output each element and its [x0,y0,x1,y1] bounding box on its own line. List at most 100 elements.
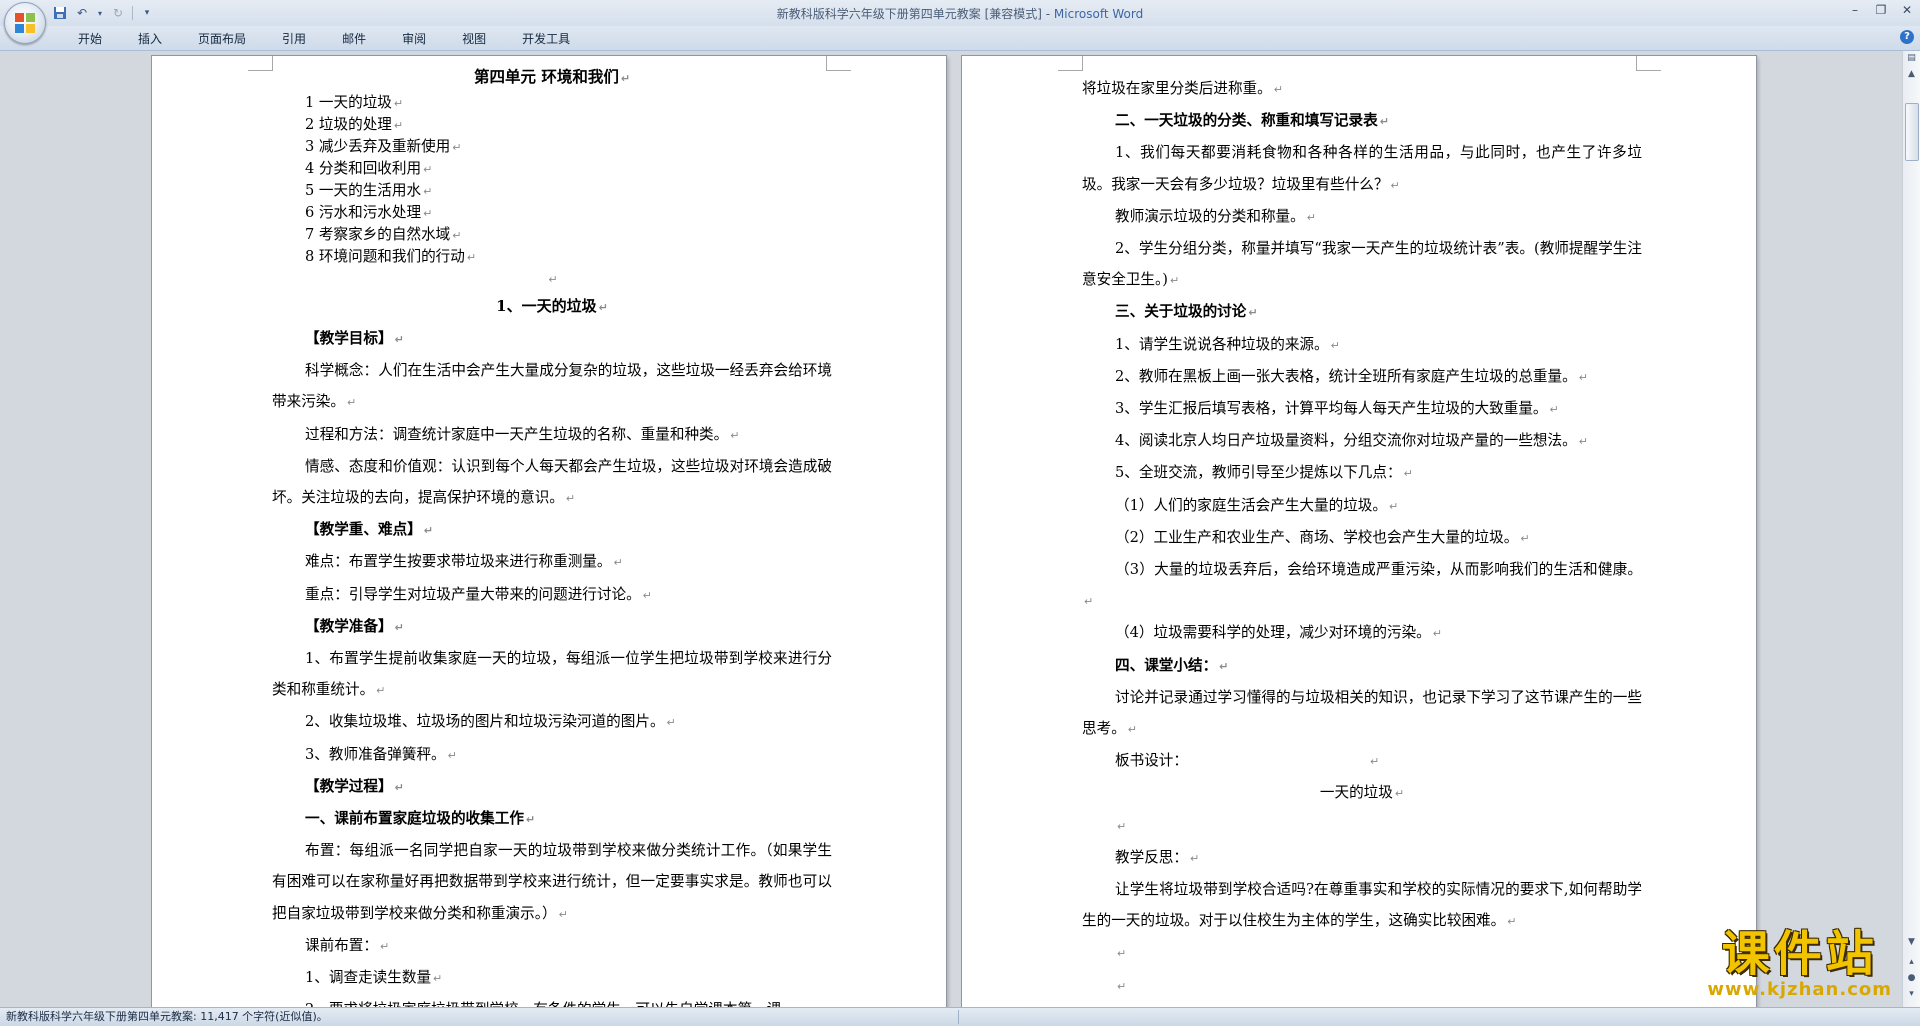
help-icon[interactable]: ? [1900,30,1914,44]
lesson-list-item: 4 分类和回收利用 ↵ [272,158,832,180]
paragraph-mark: ↵ [1403,467,1413,481]
paragraph-mark: ↵ [1578,370,1588,384]
tab-review[interactable]: 审阅 [384,29,444,49]
vertical-scrollbar[interactable]: ▤ ▲ ▼ ▴ ● ▾ [1902,51,1920,1007]
paragraph-text: 1、布置学生提前收集家庭一天的垃圾，每组派一位学生把垃圾带到学校来进行分类和称重… [272,650,832,699]
scroll-up-icon[interactable]: ▲ [1904,67,1919,82]
office-button[interactable] [4,2,46,44]
paragraph-text: 课前布置： [305,936,378,954]
paragraph-text: 2、收集垃圾堆、垃圾场的图片和垃圾污染河道的图片。 [305,713,665,731]
app-name: Microsoft Word [1053,7,1144,21]
paragraph-mark: ↵ [452,229,462,242]
save-icon[interactable] [52,5,68,21]
status-bar: 新教科版科学六年级下册第四单元教案: 11,417 个字符(近似值)。 [0,1007,1920,1026]
section-heading: 二、一天垃圾的分类、称重和填写记录表 ↵ [1082,105,1642,137]
tab-home[interactable]: 开始 [60,29,120,49]
paragraph-mark: ↵ [1432,627,1442,641]
paragraph-mark: ↵ [433,972,443,986]
qat-separator [132,6,133,20]
title-bar: ↶ ▾ ↻ ▾ 新教科版科学六年级下册第四单元教案 [兼容模式] - Micro… [0,0,1920,44]
lesson-list-label: 8 环境问题和我们的行动 [305,248,465,265]
paragraph-mark: ↵ [346,396,357,410]
paragraph-mark: ↵ [423,163,433,176]
paragraph-text: 1、请学生说说各种垃圾的来源。 [1115,335,1329,353]
page-2-content[interactable]: 将垃圾在家里分类后进称重。 ↵ 二、一天垃圾的分类、称重和填写记录表 ↵ 1、我们每天都… [1082,73,1642,1002]
section-heading: 三、关于垃圾的讨论 ↵ [1082,296,1642,328]
status-text[interactable]: 新教科版科学六年级下册第四单元教案: 11,417 个字符(近似值)。 [6,1008,328,1026]
page-1-body: 【教学目标】 ↵ 科学概念：人们在生活中会产生大量成分复杂的垃圾，这些垃圾一经丢弃会… [272,323,832,1007]
paragraph-text: （2）工业生产和农业生产、商场、学校也会产生大量的垃圾。 [1115,528,1519,546]
paragraph-mark: ↵ [525,813,536,827]
unit-title: 第四单元 环境和我们 ↵ [473,67,631,86]
page-2-body: 将垃圾在家里分类后进称重。 ↵ 二、一天垃圾的分类、称重和填写记录表 ↵ 1、我们每天都… [1082,73,1642,1002]
body-paragraph: （1）人们的家庭生活会产生大量的垃圾。 ↵ [1082,490,1642,522]
lesson-title: 1、一天的垃圾 ↵ [496,297,608,315]
browse-object-icon[interactable]: ● [1904,971,1919,986]
redo-icon[interactable]: ↻ [110,5,126,21]
section-heading: 【教学过程】 ↵ [272,771,832,803]
paragraph-text: （4）垃圾需要科学的处理，减少对环境的污染。 [1115,624,1431,642]
close-icon[interactable]: ✕ [1894,0,1920,20]
blank-paragraph: ↵ [1082,937,1642,969]
lesson-list-item: 2 垃圾的处理 ↵ [272,114,832,136]
customize-qat-icon[interactable]: ▾ [139,5,155,21]
undo-dropdown-icon[interactable]: ▾ [96,5,104,21]
tab-mailings[interactable]: 邮件 [324,29,384,49]
page-1-content[interactable]: 第四单元 环境和我们 ↵ 1 一天的垃圾 ↵ 2 垃圾的处理 ↵ 3 减少丢弃及重新使用 ↵… [272,63,832,1007]
tab-view[interactable]: 视图 [444,29,504,49]
paragraph-mark: ↵ [1520,531,1530,545]
body-paragraph: （3）大量的垃圾丢弃后，会给环境造成严重污染，从而影响我们的生活和健康。 ↵ [1082,554,1642,617]
paragraph-text: 让学生将垃圾带到学校合适吗?在尊重事实和学校的实际情况的要求下,如何帮助学生的一… [1082,881,1642,930]
page-1[interactable]: 第四单元 环境和我们 ↵ 1 一天的垃圾 ↵ 2 垃圾的处理 ↵ 3 减少丢弃及重新使用 ↵… [152,56,946,1007]
ruler-toggle-icon[interactable]: ▤ [1904,51,1919,66]
body-paragraph: 3、学生汇报后填写表格，计算平均每人每天产生垃圾的大致重量。 ↵ [1082,393,1642,425]
body-paragraph: 讨论并记录通过学习懂得的与垃圾相关的知识，也记录下学习了这节课产生的一些思考。 ↵ [1082,682,1642,745]
document-area[interactable]: 第四单元 环境和我们 ↵ 1 一天的垃圾 ↵ 2 垃圾的处理 ↵ 3 减少丢弃及重新使用 ↵… [0,51,1903,1007]
paragraph-text: 3、学生汇报后填写表格，计算平均每人每天产生垃圾的大致重量。 [1115,400,1548,418]
paragraph-text: 四、课堂小结： [1115,656,1218,674]
body-paragraph: 情感、态度和价值观：认识到每个人每天都会产生垃圾，这些垃圾对环境会造成破坏。关注… [272,451,832,514]
paragraph-text: 1、调查走读生数量 [305,969,432,987]
paragraph-mark: ↵ [423,524,433,538]
minimize-icon[interactable]: – [1842,0,1868,20]
lesson-list-item: 3 减少丢弃及重新使用 ↵ [272,136,832,158]
body-paragraph: 课前布置： ↵ [272,930,832,962]
paragraph-mark: ↵ [1189,851,1200,865]
body-paragraph: 1、请学生说说各种垃圾的来源。 ↵ [1082,329,1642,361]
paragraph-mark: ↵ [447,748,457,762]
lesson-list-label: 5 一天的生活用水 [305,182,422,199]
unit-lesson-list: 1 一天的垃圾 ↵ 2 垃圾的处理 ↵ 3 减少丢弃及重新使用 ↵ 4 分类和回收利用 ↵ 5 … [272,92,832,268]
paragraph-text: 【教学准备】 [305,617,393,635]
section-heading: 【教学目标】 ↵ [272,323,832,355]
paragraph-text: 重点：引导学生对垃圾产量大带来的问题进行讨论。 [305,585,641,603]
tab-references[interactable]: 引用 [264,29,324,49]
next-page-icon[interactable]: ▾ [1904,987,1919,1002]
previous-page-icon[interactable]: ▴ [1904,955,1919,970]
undo-icon[interactable]: ↶ [74,5,90,21]
scrollbar-thumb[interactable] [1905,103,1919,161]
site-watermark: 课件站 www.kjzhan.com [1707,928,1892,1000]
paragraph-mark: ↵ [1507,915,1517,929]
body-paragraph: 1、调查走读生数量 ↵ [272,962,832,994]
ribbon-tabs: 开始 插入 页面布局 引用 邮件 审阅 视图 开发工具 [60,29,588,49]
paragraph-text: 2、教师在黑板上画一张大表格，统计全班所有家庭产生垃圾的总重量。 [1115,367,1577,385]
scroll-down-icon[interactable]: ▼ [1904,935,1919,950]
lesson-list-label: 4 分类和回收利用 [305,160,422,177]
paragraph-mark: ↵ [1084,595,1094,609]
paragraph-text: 4、阅读北京人均日产垃圾量资料，分组交流你对垃圾产量的一些想法。 [1115,432,1577,450]
restore-icon[interactable]: ❐ [1868,0,1894,20]
lesson-list-label: 2 垃圾的处理 [305,116,392,133]
tab-insert[interactable]: 插入 [120,29,180,49]
crop-mark [248,56,273,71]
quick-access-toolbar: ↶ ▾ ↻ ▾ [52,3,155,23]
paragraph-text: 讨论并记录通过学习懂得的与垃圾相关的知识，也记录下学习了这节课产生的一些思考。 [1082,688,1642,738]
paragraph-mark: ↵ [1117,947,1127,961]
tab-developer[interactable]: 开发工具 [504,29,588,49]
tab-page-layout[interactable]: 页面布局 [180,29,264,49]
body-paragraph: 1、布置学生提前收集家庭一天的垃圾，每组派一位学生把垃圾带到学校来进行分类和称重… [272,643,832,706]
page-2[interactable]: 将垃圾在家里分类后进称重。 ↵ 二、一天垃圾的分类、称重和填写记录表 ↵ 1、我们每天都… [962,56,1756,1007]
paragraph-text: （3）大量的垃圾丢弃后，会给环境造成严重污染，从而影响我们的生活和健康。 [1115,561,1642,579]
paragraph-mark: ↵ [642,588,652,602]
paragraph-text: 情感、态度和价值观：认识到每个人每天都会产生垃圾，这些垃圾对环境会造成破坏。关注… [272,457,832,507]
body-paragraph: 板书设计： ↵ [1082,745,1642,777]
